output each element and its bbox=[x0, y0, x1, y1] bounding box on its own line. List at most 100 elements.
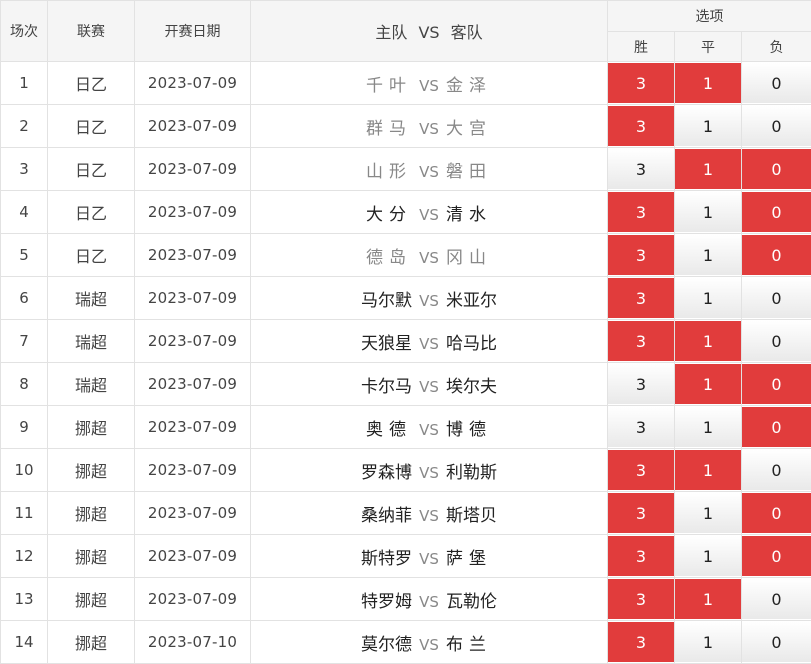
home-team: 马尔默 bbox=[350, 286, 412, 311]
option-win-button[interactable]: 3 bbox=[608, 536, 674, 576]
option-draw-button[interactable]: 1 bbox=[675, 192, 741, 232]
match-number: 2 bbox=[1, 105, 48, 148]
vs-label: VS bbox=[412, 77, 446, 95]
match-date: 2023-07-09 bbox=[135, 449, 251, 492]
option-lose-button[interactable]: 0 bbox=[742, 321, 811, 361]
league-name: 瑞超 bbox=[48, 363, 135, 406]
option-draw-button[interactable]: 1 bbox=[675, 149, 741, 189]
away-team: 利勒斯 bbox=[446, 458, 508, 483]
match-date: 2023-07-09 bbox=[135, 535, 251, 578]
table-row: 3日乙2023-07-09山形VS磐田310 bbox=[1, 148, 811, 191]
match-teams: 山形VS磐田 bbox=[251, 148, 608, 191]
match-teams: 千叶VS金泽 bbox=[251, 62, 608, 105]
option-win-button[interactable]: 3 bbox=[608, 364, 674, 404]
option-lose-button[interactable]: 0 bbox=[742, 622, 811, 662]
option-lose-button[interactable]: 0 bbox=[742, 235, 811, 275]
option-cell-win: 3 bbox=[608, 277, 675, 320]
option-cell-lose: 0 bbox=[742, 148, 811, 191]
league-name: 挪超 bbox=[48, 621, 135, 664]
away-team: 博德 bbox=[446, 415, 508, 440]
option-lose-button[interactable]: 0 bbox=[742, 450, 811, 490]
league-name: 挪超 bbox=[48, 578, 135, 621]
option-cell-lose: 0 bbox=[742, 363, 811, 406]
option-draw-button[interactable]: 1 bbox=[675, 364, 741, 404]
option-win-button[interactable]: 3 bbox=[608, 106, 674, 146]
option-draw-button[interactable]: 1 bbox=[675, 536, 741, 576]
match-teams: 大分VS清水 bbox=[251, 191, 608, 234]
option-draw-button[interactable]: 1 bbox=[675, 321, 741, 361]
vs-label: VS bbox=[412, 507, 446, 525]
table-body: 1日乙2023-07-09千叶VS金泽3102日乙2023-07-09群马VS大… bbox=[1, 62, 811, 664]
home-team: 卡尔马 bbox=[350, 372, 412, 397]
option-draw-button[interactable]: 1 bbox=[675, 450, 741, 490]
league-name: 挪超 bbox=[48, 492, 135, 535]
header-away: 客队 bbox=[451, 23, 483, 42]
option-draw-button[interactable]: 1 bbox=[675, 235, 741, 275]
match-number: 10 bbox=[1, 449, 48, 492]
league-name: 挪超 bbox=[48, 535, 135, 578]
option-cell-lose: 0 bbox=[742, 105, 811, 148]
option-draw-button[interactable]: 1 bbox=[675, 493, 741, 533]
vs-label: VS bbox=[412, 206, 446, 224]
option-win-button[interactable]: 3 bbox=[608, 192, 674, 232]
option-lose-button[interactable]: 0 bbox=[742, 364, 811, 404]
option-cell-win: 3 bbox=[608, 406, 675, 449]
header-win: 胜 bbox=[608, 32, 675, 62]
option-lose-button[interactable]: 0 bbox=[742, 493, 811, 533]
header-match: 主队 VS 客队 bbox=[251, 1, 608, 62]
table-row: 4日乙2023-07-09大分VS清水310 bbox=[1, 191, 811, 234]
table-row: 7瑞超2023-07-09天狼星VS哈马比310 bbox=[1, 320, 811, 363]
option-lose-button[interactable]: 0 bbox=[742, 106, 811, 146]
option-draw-button[interactable]: 1 bbox=[675, 63, 741, 103]
option-win-button[interactable]: 3 bbox=[608, 321, 674, 361]
option-draw-button[interactable]: 1 bbox=[675, 278, 741, 318]
header-vs: VS bbox=[418, 23, 439, 42]
match-date: 2023-07-09 bbox=[135, 105, 251, 148]
option-win-button[interactable]: 3 bbox=[608, 622, 674, 662]
option-lose-button[interactable]: 0 bbox=[742, 407, 811, 447]
match-date: 2023-07-09 bbox=[135, 492, 251, 535]
option-cell-win: 3 bbox=[608, 363, 675, 406]
option-cell-win: 3 bbox=[608, 148, 675, 191]
match-number: 4 bbox=[1, 191, 48, 234]
option-cell-draw: 1 bbox=[675, 621, 742, 664]
option-win-button[interactable]: 3 bbox=[608, 407, 674, 447]
option-lose-button[interactable]: 0 bbox=[742, 149, 811, 189]
option-lose-button[interactable]: 0 bbox=[742, 278, 811, 318]
option-draw-button[interactable]: 1 bbox=[675, 407, 741, 447]
option-win-button[interactable]: 3 bbox=[608, 579, 674, 619]
option-cell-win: 3 bbox=[608, 535, 675, 578]
vs-label: VS bbox=[412, 421, 446, 439]
option-lose-button[interactable]: 0 bbox=[742, 63, 811, 103]
option-cell-lose: 0 bbox=[742, 234, 811, 277]
match-table: 场次 联赛 开赛日期 主队 VS 客队 选项 胜 平 负 1日乙2023-07-… bbox=[0, 0, 811, 664]
match-date: 2023-07-09 bbox=[135, 191, 251, 234]
option-win-button[interactable]: 3 bbox=[608, 493, 674, 533]
option-lose-button[interactable]: 0 bbox=[742, 536, 811, 576]
vs-label: VS bbox=[412, 292, 446, 310]
option-win-button[interactable]: 3 bbox=[608, 450, 674, 490]
option-cell-win: 3 bbox=[608, 621, 675, 664]
option-lose-button[interactable]: 0 bbox=[742, 192, 811, 232]
option-win-button[interactable]: 3 bbox=[608, 149, 674, 189]
option-lose-button[interactable]: 0 bbox=[742, 579, 811, 619]
option-cell-lose: 0 bbox=[742, 62, 811, 105]
option-win-button[interactable]: 3 bbox=[608, 235, 674, 275]
table-row: 8瑞超2023-07-09卡尔马VS埃尔夫310 bbox=[1, 363, 811, 406]
match-teams: 马尔默VS米亚尔 bbox=[251, 277, 608, 320]
match-teams: 莫尔德VS布兰 bbox=[251, 621, 608, 664]
option-win-button[interactable]: 3 bbox=[608, 278, 674, 318]
table-row: 10挪超2023-07-09罗森博VS利勒斯310 bbox=[1, 449, 811, 492]
option-draw-button[interactable]: 1 bbox=[675, 622, 741, 662]
away-team: 埃尔夫 bbox=[446, 372, 508, 397]
league-name: 日乙 bbox=[48, 62, 135, 105]
match-number: 8 bbox=[1, 363, 48, 406]
table-row: 1日乙2023-07-09千叶VS金泽310 bbox=[1, 62, 811, 105]
option-draw-button[interactable]: 1 bbox=[675, 106, 741, 146]
option-draw-button[interactable]: 1 bbox=[675, 579, 741, 619]
table-row: 13挪超2023-07-09特罗姆VS瓦勒伦310 bbox=[1, 578, 811, 621]
home-team: 莫尔德 bbox=[350, 630, 412, 655]
option-cell-draw: 1 bbox=[675, 62, 742, 105]
table-row: 14挪超2023-07-10莫尔德VS布兰310 bbox=[1, 621, 811, 664]
option-win-button[interactable]: 3 bbox=[608, 63, 674, 103]
